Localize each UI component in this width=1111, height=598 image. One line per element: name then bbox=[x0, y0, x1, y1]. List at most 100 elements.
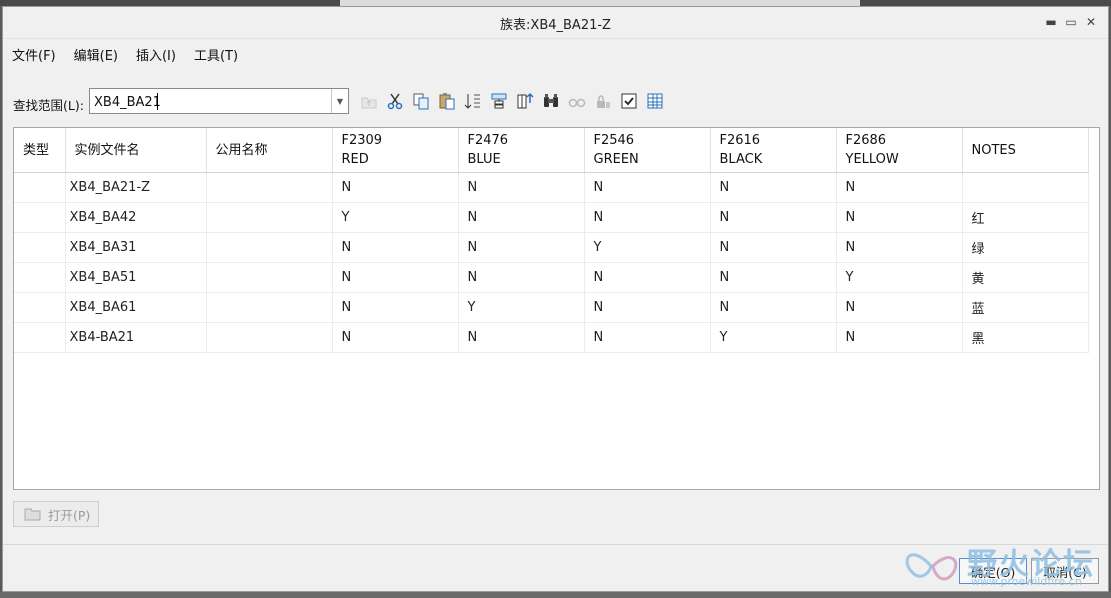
table-cell[interactable]: N bbox=[710, 202, 837, 233]
table-cell[interactable]: N bbox=[836, 202, 963, 233]
column-header[interactable]: F2686 YELLOW bbox=[836, 128, 963, 173]
column-header[interactable]: F2309 RED bbox=[332, 128, 459, 173]
column-header[interactable]: F2546 GREEN bbox=[584, 128, 711, 173]
table-cell[interactable]: N bbox=[332, 322, 459, 353]
add-column-icon[interactable] bbox=[488, 90, 509, 111]
chevron-down-icon[interactable]: ▼ bbox=[331, 89, 348, 113]
table-cell[interactable]: N bbox=[458, 202, 585, 233]
table-cell[interactable]: N bbox=[458, 262, 585, 293]
menu-tools[interactable]: 工具(T) bbox=[194, 45, 238, 64]
column-header[interactable]: NOTES bbox=[962, 128, 1089, 173]
table-cell[interactable] bbox=[206, 322, 333, 353]
go-up-icon[interactable] bbox=[358, 90, 379, 111]
table-cell[interactable]: N bbox=[458, 232, 585, 263]
table-cell[interactable]: N bbox=[584, 262, 711, 293]
table-cell[interactable]: N bbox=[332, 262, 459, 293]
copy-icon[interactable] bbox=[410, 90, 431, 111]
column-header-sublabel: GREEN bbox=[593, 152, 639, 167]
table-cell[interactable]: N bbox=[836, 172, 963, 203]
column-header-label: F2476 bbox=[467, 133, 509, 148]
cut-icon[interactable] bbox=[384, 90, 405, 111]
verify-checkbox-icon[interactable] bbox=[618, 90, 639, 111]
minimize-button[interactable]: ▬ bbox=[1042, 13, 1060, 31]
menu-file[interactable]: 文件(F) bbox=[12, 45, 56, 64]
table-row[interactable]: XB4_BA21-Z N N N N N bbox=[14, 172, 1089, 203]
table-cell[interactable] bbox=[206, 232, 333, 263]
open-button[interactable]: 打开(P) bbox=[13, 501, 99, 527]
column-header-label: F2616 bbox=[719, 133, 761, 148]
column-header[interactable]: 实例文件名 bbox=[65, 128, 207, 173]
table-cell[interactable]: N bbox=[710, 232, 837, 263]
add-row-icon[interactable] bbox=[514, 90, 535, 111]
maximize-button[interactable]: ▭ bbox=[1062, 13, 1080, 31]
table-cell[interactable]: N bbox=[836, 322, 963, 353]
menu-insert[interactable]: 插入(I) bbox=[136, 45, 176, 64]
table-cell[interactable]: N bbox=[584, 202, 711, 233]
table-cell[interactable]: 蓝 bbox=[962, 292, 1089, 323]
divider bbox=[3, 544, 1108, 545]
column-header[interactable]: 类型 bbox=[14, 128, 66, 173]
table-row[interactable]: XB4_BA42 Y N N N N 红 bbox=[14, 202, 1089, 233]
sort-icon[interactable] bbox=[462, 90, 483, 111]
table-cell[interactable]: Y bbox=[584, 232, 711, 263]
table-cell[interactable]: N bbox=[584, 172, 711, 203]
table-cell[interactable]: Y bbox=[332, 202, 459, 233]
table-cell[interactable]: 黄 bbox=[962, 262, 1089, 293]
title-bar: 族表:XB4_BA21-Z ▬ ▭ ✕ bbox=[3, 7, 1108, 39]
table-cell[interactable] bbox=[14, 262, 66, 293]
table-cell[interactable] bbox=[14, 202, 66, 233]
table-cell[interactable] bbox=[14, 292, 66, 323]
table-row[interactable]: XB4_BA31 N N Y N N 绿 bbox=[14, 232, 1089, 263]
table-cell[interactable] bbox=[14, 322, 66, 353]
table-cell[interactable]: N bbox=[332, 172, 459, 203]
column-header[interactable]: F2616 BLACK bbox=[710, 128, 837, 173]
lock-icon[interactable] bbox=[592, 90, 613, 111]
table-cell[interactable]: XB4-BA21 bbox=[65, 322, 207, 353]
paste-icon[interactable] bbox=[436, 90, 457, 111]
table-cell[interactable]: Y bbox=[836, 262, 963, 293]
column-header[interactable]: F2476 BLUE bbox=[458, 128, 585, 173]
table-cell[interactable] bbox=[206, 292, 333, 323]
table-cell[interactable]: N bbox=[458, 322, 585, 353]
table-cell[interactable]: Y bbox=[458, 292, 585, 323]
table-cell[interactable] bbox=[206, 262, 333, 293]
table-cell[interactable] bbox=[962, 172, 1089, 203]
table-cell[interactable]: N bbox=[836, 292, 963, 323]
cancel-button[interactable]: 取消(C) bbox=[1031, 558, 1099, 584]
table-icon[interactable] bbox=[644, 90, 665, 111]
binoculars-find-icon[interactable] bbox=[540, 90, 561, 111]
table-cell[interactable]: N bbox=[458, 172, 585, 203]
table-cell[interactable]: N bbox=[710, 172, 837, 203]
menu-edit[interactable]: 编辑(E) bbox=[74, 45, 118, 64]
column-header-label: NOTES bbox=[971, 142, 1016, 158]
search-scope-combo[interactable]: ▼ bbox=[89, 88, 349, 114]
table-cell[interactable]: N bbox=[584, 292, 711, 323]
table-cell[interactable] bbox=[14, 172, 66, 203]
table-cell[interactable]: XB4_BA31 bbox=[65, 232, 207, 263]
table-cell[interactable] bbox=[206, 202, 333, 233]
column-header[interactable]: 公用名称 bbox=[206, 128, 333, 173]
table-cell[interactable]: N bbox=[332, 232, 459, 263]
table-cell[interactable]: 红 bbox=[962, 202, 1089, 233]
table-cell[interactable]: N bbox=[836, 232, 963, 263]
table-cell[interactable]: Y bbox=[710, 322, 837, 353]
table-cell[interactable]: XB4_BA21-Z bbox=[65, 172, 207, 203]
close-button[interactable]: ✕ bbox=[1082, 13, 1100, 31]
table-cell[interactable]: N bbox=[710, 292, 837, 323]
table-cell[interactable]: XB4_BA51 bbox=[65, 262, 207, 293]
table-row[interactable]: XB4_BA51 N N N N Y 黄 bbox=[14, 262, 1089, 293]
table-cell[interactable]: XB4_BA42 bbox=[65, 202, 207, 233]
ok-button[interactable]: 确定(O) bbox=[959, 558, 1027, 584]
table-cell[interactable]: XB4_BA61 bbox=[65, 292, 207, 323]
glasses-preview-icon[interactable] bbox=[566, 90, 587, 111]
table-cell[interactable]: 绿 bbox=[962, 232, 1089, 263]
table-cell[interactable] bbox=[14, 232, 66, 263]
table-cell[interactable]: N bbox=[332, 292, 459, 323]
search-scope-input[interactable] bbox=[92, 91, 332, 113]
table-cell[interactable]: N bbox=[710, 262, 837, 293]
table-cell[interactable]: N bbox=[584, 322, 711, 353]
table-cell[interactable] bbox=[206, 172, 333, 203]
table-cell[interactable]: 黑 bbox=[962, 322, 1089, 353]
table-row[interactable]: XB4_BA61 N Y N N N 蓝 bbox=[14, 292, 1089, 323]
table-row[interactable]: XB4-BA21 N N N Y N 黑 bbox=[14, 322, 1089, 353]
